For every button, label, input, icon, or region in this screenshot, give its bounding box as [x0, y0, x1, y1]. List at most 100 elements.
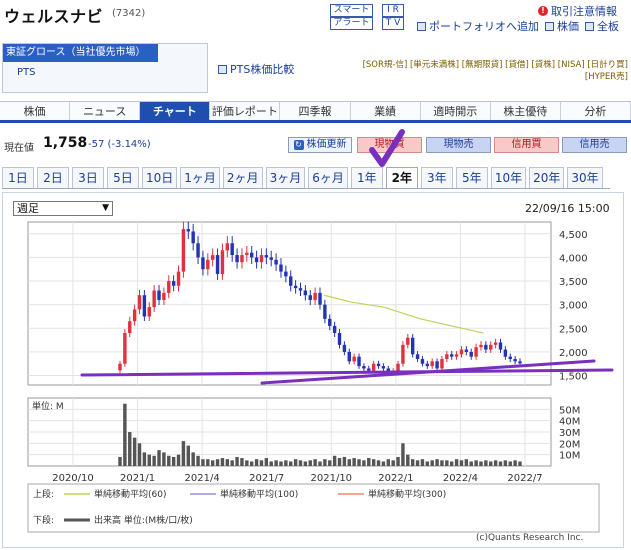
price-chart: 4,500 4,000 3,500 3,000 2,500 2,000 1,500 50M40… — [27, 221, 614, 533]
volume-bar — [513, 460, 517, 466]
candle-body — [503, 349, 508, 357]
candle-body — [371, 363, 376, 371]
candle-body — [128, 321, 132, 334]
volume-bar — [201, 459, 205, 466]
candle-body — [293, 285, 298, 289]
volume-bar — [289, 461, 293, 466]
candle-body — [493, 342, 498, 345]
volume-bar — [269, 461, 273, 466]
candle-body — [181, 229, 186, 272]
volume-bar — [162, 452, 166, 466]
volume-bar — [459, 460, 464, 466]
volume-bar — [323, 459, 327, 466]
support-line-flat — [80, 368, 614, 377]
candle-body — [284, 271, 288, 277]
price-tick-label: 3,000 — [559, 301, 588, 312]
candle-body — [357, 356, 361, 367]
volume-bar — [469, 461, 473, 466]
price-tick-label: 1,500 — [559, 372, 588, 383]
candle-body — [254, 257, 259, 263]
candle-body — [206, 259, 210, 270]
volume-bar — [210, 460, 215, 466]
candle-body — [308, 295, 312, 300]
candle-body — [362, 366, 366, 369]
candle-body — [171, 281, 176, 286]
candle-body — [225, 243, 230, 251]
price-tick-label: 3,500 — [559, 277, 588, 288]
candle-body — [474, 347, 478, 357]
volume-bar — [137, 443, 142, 466]
candle-body — [245, 252, 249, 256]
candle-body — [123, 333, 127, 364]
candle-body — [259, 255, 264, 263]
volume-bar — [518, 461, 522, 466]
volume-bar — [132, 437, 137, 466]
candle-body — [454, 354, 459, 357]
candle-body — [396, 363, 400, 371]
volume-bar — [142, 452, 147, 466]
candle-body — [201, 257, 205, 270]
candle-body — [367, 368, 371, 371]
volume-bar — [352, 458, 356, 466]
candle-body — [162, 292, 166, 300]
candle-body — [332, 325, 337, 334]
x-tick-label: 2022/4 — [443, 473, 478, 484]
legend-entry: 出来高 単位:(M株/口/枚) — [94, 514, 193, 526]
candle-body — [440, 359, 444, 369]
volume-bar — [293, 459, 298, 466]
volume-bar — [396, 456, 400, 466]
candle-body — [406, 337, 410, 345]
volume-bar — [508, 461, 512, 466]
candle-body — [118, 363, 122, 371]
candle-body — [274, 259, 278, 265]
volume-bar — [410, 459, 415, 466]
volume-bar — [362, 460, 366, 466]
volume-bar — [254, 459, 259, 466]
volume-bar — [493, 460, 498, 466]
candle-body — [298, 288, 303, 291]
volume-bar — [337, 458, 342, 466]
volume-bar — [445, 460, 449, 466]
volume-bar — [176, 454, 181, 466]
legend-lower-label: 下段: — [33, 514, 54, 526]
candle-body — [210, 255, 215, 260]
volume-bar — [484, 460, 488, 466]
candle-body — [196, 243, 200, 258]
volume-bar — [498, 461, 503, 466]
price-tick-label: 4,500 — [559, 230, 588, 241]
volume-bar — [430, 460, 434, 466]
volume-bar — [454, 459, 459, 466]
volume-bar — [308, 460, 312, 466]
volume-bar — [367, 458, 371, 466]
candle-body — [376, 363, 381, 367]
candle-body — [420, 359, 425, 364]
volume-bar — [440, 460, 444, 466]
price-tick-label: 4,000 — [559, 253, 588, 264]
volume-bar — [503, 460, 508, 466]
legend-entry: 単純移動平均(100) — [220, 488, 298, 500]
candle-body — [425, 363, 430, 367]
x-tick-label: 2021/7 — [249, 473, 284, 484]
volume-bar — [328, 460, 332, 466]
volume-bar — [147, 454, 151, 466]
candle-body — [250, 252, 254, 258]
candle-body — [147, 307, 151, 317]
candle-body — [230, 243, 234, 256]
candle-body — [240, 255, 244, 263]
candle-body — [518, 361, 522, 364]
candle-body — [323, 304, 327, 319]
volume-bar — [128, 432, 132, 466]
volume-bar — [167, 455, 171, 466]
candle-body — [152, 290, 156, 308]
price-plot-frame — [27, 221, 552, 386]
candle-body — [459, 349, 464, 355]
volume-bar — [274, 460, 278, 466]
volume-bar — [171, 456, 176, 466]
volume-unit-label: 単位: M — [32, 400, 64, 412]
candle-body — [318, 292, 322, 305]
volume-bar — [391, 460, 395, 466]
candle-body — [479, 344, 483, 348]
volume-bar — [415, 460, 420, 466]
volume-bar — [401, 443, 405, 466]
candle-body — [328, 318, 332, 326]
